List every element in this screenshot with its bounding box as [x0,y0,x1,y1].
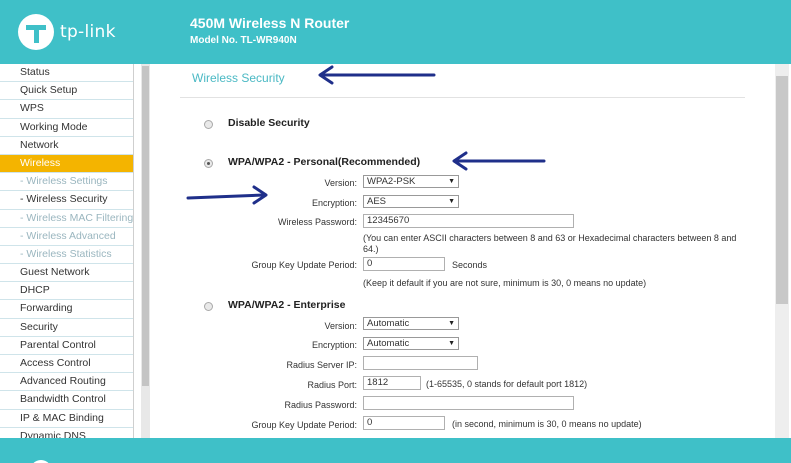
personal-encryption-select[interactable]: AES ▼ [363,195,459,208]
sidebar-item-wireless-advanced[interactable]: - Wireless Advanced [0,227,133,246]
chevron-down-icon: ▼ [448,198,455,205]
sidebar-item-wireless[interactable]: Wireless [0,154,133,174]
sidebar-item-bandwidth-control[interactable]: Bandwidth Control [0,391,133,410]
chevron-down-icon: ▼ [448,320,455,327]
wireless-password-label: Wireless Password: [277,217,357,227]
sidebar-item-working-mode[interactable]: Working Mode [0,118,133,137]
disable-security-label: Disable Security [228,117,310,129]
enterprise-encryption-label: Encryption: [311,340,357,350]
wpa-personal-radio[interactable] [204,159,213,168]
sidebar-item-forwarding[interactable]: Forwarding [0,300,133,319]
sidebar-item-ip-mac-binding[interactable]: IP & MAC Binding [0,409,133,428]
sidebar-item-quick-setup[interactable]: Quick Setup [0,82,133,101]
wireless-password-input[interactable]: 12345670 [363,214,574,228]
radius-port-input[interactable]: 1812 [363,376,421,390]
personal-encryption-label: Encryption: [311,198,357,208]
sidebar-item-dhcp[interactable]: DHCP [0,282,133,301]
sidebar-nav: Status Quick Setup WPS Working Mode Netw… [0,64,134,438]
sidebar-item-network[interactable]: Network [0,136,133,155]
enterprise-group-key-label: Group Key Update Period: [251,420,357,430]
enterprise-encryption-value: Automatic [367,338,410,349]
radius-server-ip-input[interactable] [363,356,478,370]
annotation-arrow-personal [452,151,546,171]
content-scrollbar-thumb[interactable] [776,76,788,304]
password-hint: (You can enter ASCII characters between … [363,233,737,254]
router-title: 450M Wireless N Router [190,15,350,31]
sidebar-item-security[interactable]: Security [0,318,133,337]
sidebar-item-access-control[interactable]: Access Control [0,355,133,374]
radius-password-label: Radius Password: [284,400,357,410]
main-content: Wireless Security Disable Security WPA/W… [150,64,775,438]
disable-security-radio[interactable] [204,120,213,129]
wpa-enterprise-radio[interactable] [204,302,213,311]
page-title: Wireless Security [192,71,285,85]
radius-port-label: Radius Port: [307,380,357,390]
sidebar-item-wps[interactable]: WPS [0,100,133,119]
personal-encryption-value: AES [367,196,387,207]
enterprise-version-select[interactable]: Automatic ▼ [363,317,459,330]
enterprise-version-label: Version: [324,321,357,331]
radius-server-ip-label: Radius Server IP: [286,360,357,370]
radius-password-input[interactable] [363,396,574,410]
sidebar-scrollbar-thumb[interactable] [142,66,149,386]
personal-group-key-input[interactable]: 0 [363,257,445,271]
personal-group-key-unit: Seconds [452,260,488,270]
radius-port-hint: (1-65535, 0 stands for default port 1812… [426,379,588,389]
sidebar-item-advanced-routing[interactable]: Advanced Routing [0,373,133,392]
personal-version-label: Version: [324,178,357,188]
sidebar-item-parental-control[interactable]: Parental Control [0,336,133,355]
sidebar-item-wireless-settings[interactable]: - Wireless Settings [0,173,133,192]
brand-name: tp-link [60,22,116,42]
wpa-enterprise-label: WPA/WPA2 - Enterprise [228,299,346,311]
chevron-down-icon: ▼ [448,340,455,347]
model-number: Model No. TL-WR940N [190,35,297,46]
header-bar: tp-link 450M Wireless N Router Model No.… [0,0,791,64]
wpa-personal-label: WPA/WPA2 - Personal(Recommended) [228,156,421,168]
sidebar-item-dynamic-dns[interactable]: Dynamic DNS [0,427,133,438]
annotation-arrow-title [318,65,436,85]
tp-link-logo[interactable]: tp-link [18,14,116,50]
personal-version-value: WPA2-PSK [367,176,416,187]
enterprise-group-key-hint: (in second, minimum is 30, 0 means no up… [452,419,642,429]
tp-link-logo-icon [18,14,54,50]
sidebar-item-wireless-mac-filtering[interactable]: - Wireless MAC Filtering [0,209,133,228]
title-divider [180,97,745,98]
sidebar-item-wireless-statistics[interactable]: - Wireless Statistics [0,245,133,265]
enterprise-version-value: Automatic [367,318,410,329]
sidebar-item-guest-network[interactable]: Guest Network [0,264,133,283]
personal-version-select[interactable]: WPA2-PSK ▼ [363,175,459,188]
personal-group-key-hint: (Keep it default if you are not sure, mi… [363,278,647,288]
sidebar-item-status[interactable]: Status [0,64,133,83]
footer-bar [0,438,791,463]
enterprise-group-key-input[interactable]: 0 [363,416,445,430]
sidebar-item-wireless-security[interactable]: - Wireless Security [0,191,133,210]
chevron-down-icon: ▼ [448,178,455,185]
enterprise-encryption-select[interactable]: Automatic ▼ [363,337,459,350]
annotation-arrow-encryption [186,185,268,205]
personal-group-key-label: Group Key Update Period: [251,260,357,270]
